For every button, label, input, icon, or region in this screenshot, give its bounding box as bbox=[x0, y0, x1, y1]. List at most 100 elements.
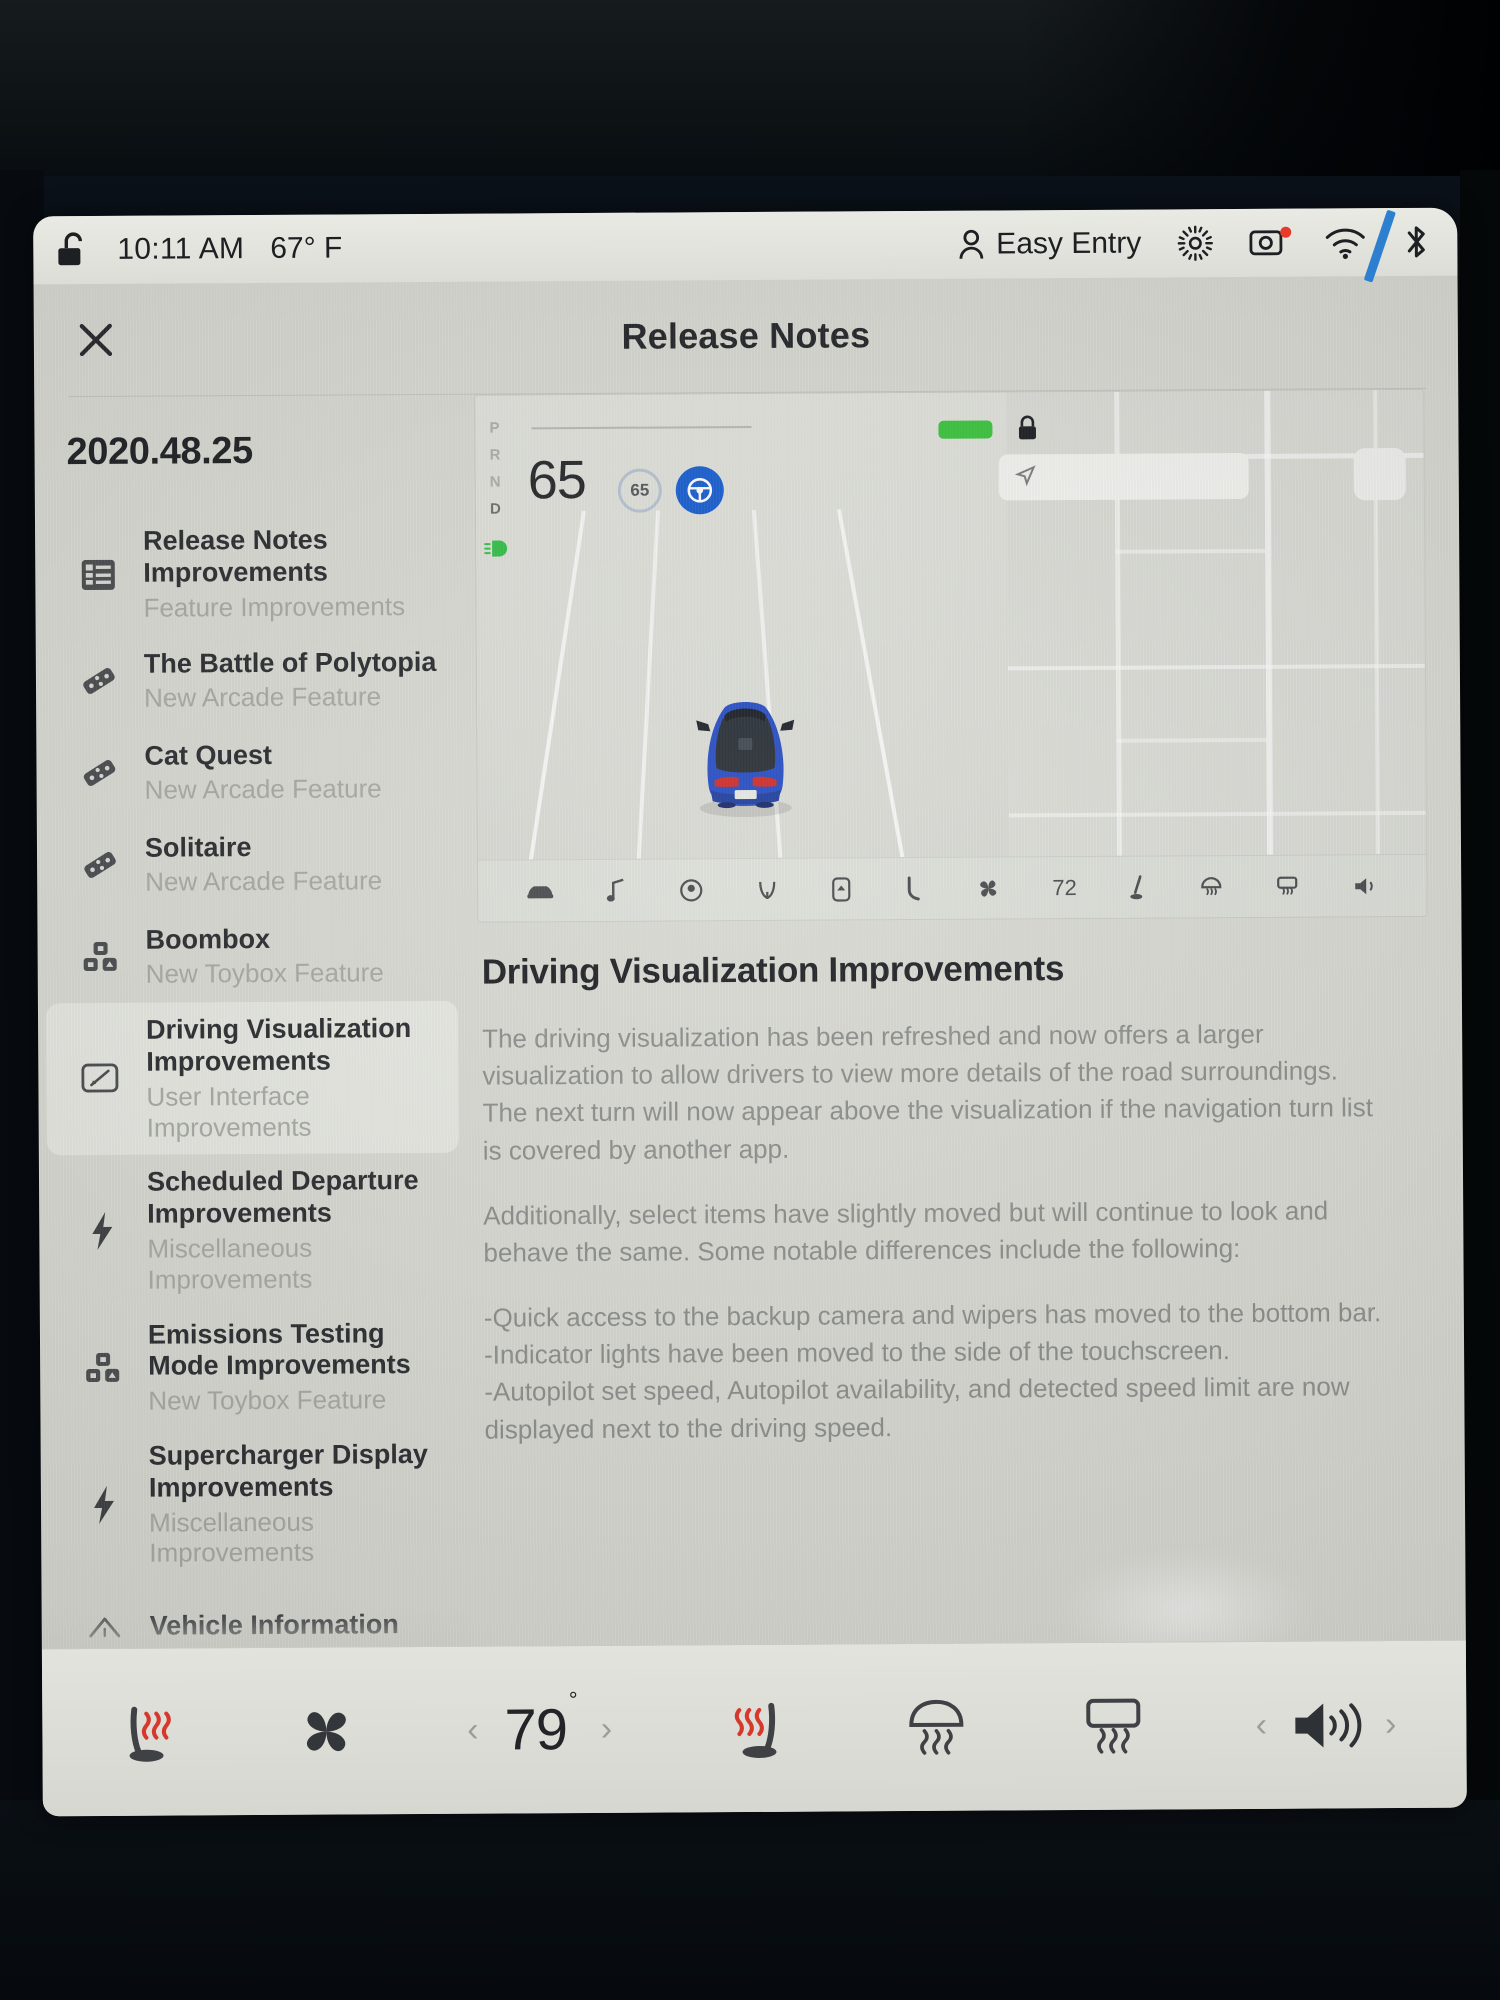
sidebar-item-boombox[interactable]: Boombox New Toybox Feature bbox=[45, 909, 458, 1004]
sidebar-item-title: Solitaire bbox=[144, 831, 252, 863]
sidebar-item-title: Vehicle Information bbox=[149, 1609, 399, 1641]
gear-selector-indicator: P R N D bbox=[489, 420, 501, 518]
wifi-icon[interactable] bbox=[1323, 209, 1396, 283]
chevron-right-icon[interactable]: › bbox=[1385, 1705, 1397, 1744]
gear-d: D bbox=[489, 500, 502, 518]
wiper-icon[interactable] bbox=[755, 877, 779, 901]
photo-of-tesla-touchscreen: 10:11 AM 67° F Easy Entry Release Notes … bbox=[0, 0, 1500, 2000]
map-layers-button[interactable] bbox=[1353, 447, 1406, 501]
dice-icon bbox=[76, 753, 122, 793]
phone-app-icon[interactable] bbox=[831, 876, 851, 902]
battery-indicator bbox=[938, 420, 993, 439]
article-paragraph-1: The driving visualization has been refre… bbox=[482, 1018, 1373, 1166]
locked-padlock-icon bbox=[1016, 414, 1038, 447]
sidebar-item-subtitle: New Arcade Feature bbox=[144, 773, 382, 806]
climate-control-bar: ‹ 79° › ‹ › bbox=[41, 1639, 1467, 1817]
visualization-bottom-dock[interactable]: 72 bbox=[478, 853, 1427, 922]
person-icon bbox=[958, 229, 984, 261]
dice-icon bbox=[77, 845, 123, 885]
article-paragraph-2: Additionally, select items have slightly… bbox=[483, 1195, 1329, 1268]
sidebar-item-subtitle: New Arcade Feature bbox=[143, 681, 382, 714]
firmware-version: 2020.48.25 bbox=[66, 430, 253, 474]
sidebar-item-title: Release Notes Improvements bbox=[143, 524, 328, 588]
steering-wheel-icon bbox=[675, 466, 724, 515]
article-column: P R N D 65 65 72 Driving Visualization I… bbox=[464, 388, 1466, 1667]
list-icon bbox=[75, 556, 121, 594]
sidebar-item-the-battle-of-polytopia[interactable]: The Battle of Polytopia New Arcade Featu… bbox=[44, 633, 457, 728]
sidebar-item-subtitle: New Arcade Feature bbox=[145, 865, 383, 898]
sidebar-item-title: Scheduled Departure Improvements bbox=[146, 1165, 419, 1229]
fan-speed-button[interactable] bbox=[294, 1698, 360, 1764]
sidebar-item-title: Cat Quest bbox=[144, 739, 273, 771]
content-area: 2020.48.25 Release Notes Improvements Fe… bbox=[34, 388, 1466, 1670]
navigation-search-bar[interactable] bbox=[998, 452, 1249, 501]
sidebar-item-subtitle: New Toybox Feature bbox=[145, 957, 384, 990]
sidebar-item-release-notes-improvements[interactable]: Release Notes Improvements Feature Impro… bbox=[43, 512, 456, 636]
sidebar-item-supercharger-display-improvements[interactable]: Supercharger Display Improvements Miscel… bbox=[49, 1427, 462, 1582]
sidebar-item-subtitle: Miscellaneous Improvements bbox=[147, 1232, 313, 1295]
page-title: Release Notes bbox=[621, 314, 871, 357]
phone-handset-icon[interactable] bbox=[904, 875, 924, 901]
driver-profile-button[interactable]: Easy Entry bbox=[958, 227, 1141, 262]
sidebar-item-driving-visualization-improvements[interactable]: Driving Visualization Improvements User … bbox=[45, 1001, 459, 1156]
brightness-sun-icon[interactable] bbox=[1175, 223, 1215, 263]
volume-icon[interactable] bbox=[1352, 875, 1378, 897]
sidebar-item-emissions-testing-mode-improvements[interactable]: Emissions Testing Mode Improvements New … bbox=[48, 1305, 461, 1429]
status-bar: 10:11 AM 67° F Easy Entry bbox=[33, 207, 1458, 285]
sidebar-item-scheduled-departure-improvements[interactable]: Scheduled Departure Improvements Miscell… bbox=[47, 1153, 460, 1308]
passenger-seat-heater-button[interactable] bbox=[719, 1691, 793, 1765]
bluetooth-icon[interactable] bbox=[1401, 222, 1431, 262]
clock-time: 10:11 AM bbox=[117, 232, 245, 266]
rear-defrost-icon[interactable] bbox=[1276, 875, 1300, 897]
toybox-icon bbox=[80, 1348, 126, 1388]
sidebar-item-title: Driving Visualization Improvements bbox=[146, 1013, 412, 1077]
rear-defrost-button[interactable] bbox=[1078, 1693, 1148, 1759]
sidebar-item-title: Boombox bbox=[145, 923, 271, 955]
driving-speed: 65 bbox=[527, 449, 587, 511]
driving-visualization-preview: P R N D 65 65 72 bbox=[474, 388, 1428, 923]
unlocked-padlock-icon[interactable] bbox=[55, 231, 91, 269]
front-defrost-button[interactable] bbox=[901, 1694, 971, 1760]
sidebar-item-title: Supercharger Display Improvements bbox=[148, 1438, 428, 1503]
tesla-touchscreen: 10:11 AM 67° F Easy Entry Release Notes … bbox=[33, 207, 1467, 1817]
toybox-icon bbox=[78, 937, 124, 977]
wifi-blue-stripe bbox=[1363, 209, 1396, 283]
chevron-left-icon[interactable]: ‹ bbox=[1256, 1706, 1268, 1745]
bezel-right bbox=[1460, 170, 1500, 1830]
dashboard-shadow-top bbox=[0, 0, 1500, 178]
sidebar-item-subtitle: User Interface Improvements bbox=[146, 1080, 312, 1143]
fan-icon[interactable] bbox=[976, 876, 1000, 900]
car-icon[interactable] bbox=[526, 882, 554, 900]
sidebar-item-subtitle: Feature Improvements bbox=[143, 590, 406, 623]
release-notes-sidebar[interactable]: 2020.48.25 Release Notes Improvements Fe… bbox=[34, 395, 472, 1670]
article-bullet-list: -Quick access to the backup camera and w… bbox=[483, 1297, 1382, 1445]
driver-seat-heater-button[interactable] bbox=[112, 1695, 186, 1769]
volume-control[interactable]: ‹ › bbox=[1256, 1697, 1397, 1754]
sidebar-item-cat-quest[interactable]: Cat Quest New Arcade Feature bbox=[44, 725, 457, 820]
temperature-control[interactable]: ‹ 79° › bbox=[467, 1686, 613, 1764]
dice-icon bbox=[76, 661, 122, 701]
front-defrost-icon[interactable] bbox=[1199, 876, 1223, 898]
media-dial-icon[interactable] bbox=[679, 878, 703, 902]
headlight-on-icon bbox=[484, 539, 510, 563]
article-title: Driving Visualization Improvements bbox=[481, 949, 1065, 992]
chevron-right-icon[interactable]: › bbox=[601, 1710, 613, 1749]
sidebar-item-subtitle: Miscellaneous Improvements bbox=[149, 1506, 315, 1568]
volume-speaker-icon[interactable] bbox=[1289, 1697, 1363, 1753]
music-note-icon[interactable] bbox=[607, 877, 627, 903]
bezel-bottom bbox=[0, 1800, 1500, 2000]
outside-temperature: 67° F bbox=[270, 231, 343, 265]
cabin-temperature-value: 79° bbox=[504, 1686, 577, 1763]
page-header: Release Notes bbox=[34, 276, 1459, 397]
sidebar-item-solitaire[interactable]: Solitaire New Arcade Feature bbox=[45, 817, 458, 912]
dashcam-icon[interactable] bbox=[1249, 226, 1292, 258]
seat-heater-icon[interactable] bbox=[1129, 874, 1147, 900]
article-body: Driving Visualization Improvements The d… bbox=[477, 917, 1430, 1449]
dashcam-record-badge bbox=[1280, 226, 1292, 238]
gear-n: N bbox=[489, 473, 502, 491]
chevron-left-icon[interactable]: ‹ bbox=[467, 1711, 479, 1750]
bolt-icon bbox=[79, 1210, 125, 1252]
gear-r: R bbox=[489, 446, 501, 464]
sidebar-item-title: The Battle of Polytopia bbox=[143, 646, 437, 679]
dock-temperature[interactable]: 72 bbox=[1052, 875, 1077, 901]
